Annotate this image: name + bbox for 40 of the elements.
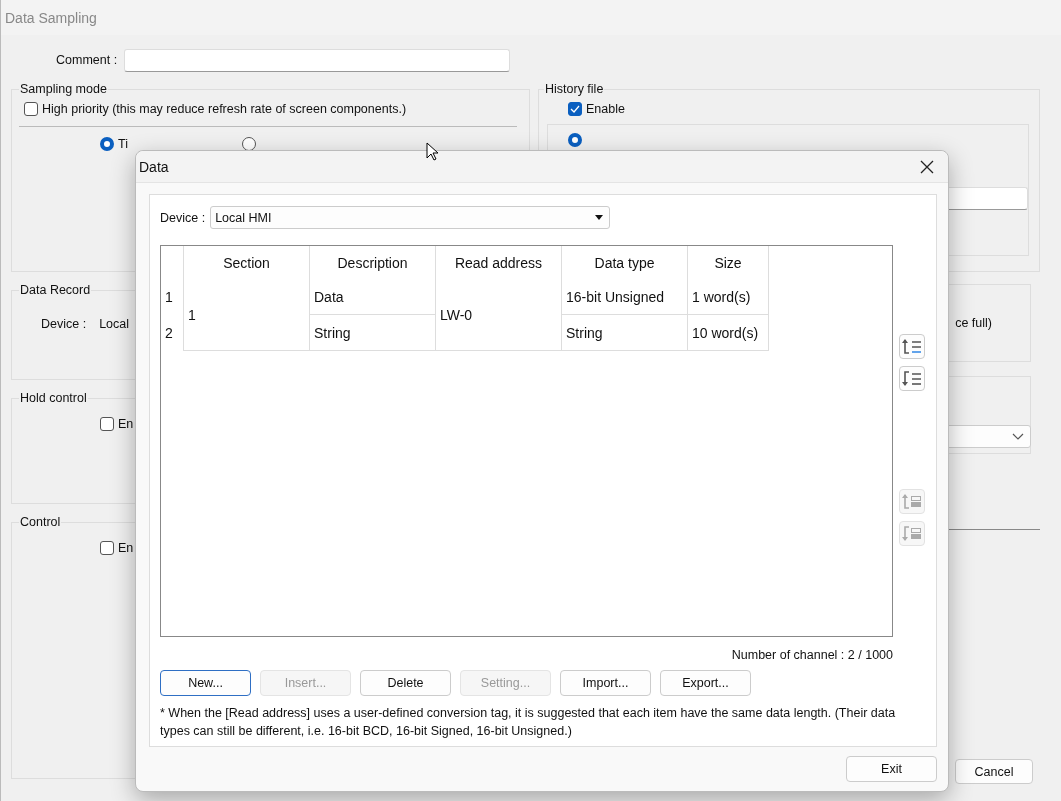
device-value: Local <box>99 317 130 331</box>
column-header: Data type <box>561 246 688 279</box>
checkbox-label: En <box>118 541 134 555</box>
dialog-title: Data <box>139 158 169 175</box>
table-cell: 16-bit Unsigned <box>561 279 688 315</box>
checkbox-label: Enable <box>586 102 625 116</box>
table-cell: 1 <box>183 279 310 351</box>
action-button[interactable]: New... <box>160 670 251 696</box>
checkbox-label: High priority (this may reduce refresh rate of screen components.) <box>42 102 407 116</box>
action-button[interactable]: Import... <box>560 670 651 696</box>
action-button[interactable]: Export... <box>660 670 751 696</box>
group-title: History file <box>544 82 605 96</box>
column-header: Read address <box>435 246 562 279</box>
comment-label: Comment : <box>56 53 118 67</box>
table-cell: 10 word(s) <box>687 314 769 351</box>
column-header: Section <box>183 246 310 279</box>
row-number: 1 <box>161 279 184 315</box>
device-dropdown[interactable]: Local HMI <box>210 206 611 229</box>
group-title: Hold control <box>19 391 88 405</box>
window-title: Data Sampling <box>5 9 97 26</box>
action-button[interactable]: Delete <box>360 670 451 696</box>
device-label: Device : <box>160 210 206 225</box>
note-text: * When the [Read address] uses a user-defined conversion tag, it is suggested that each item have the same data length. (Their data types can still be different, i.e. 16-bit BCD, 16-bit Signed, 16-bit Unsigned.) <box>160 705 897 740</box>
group-title: Data Record <box>19 283 92 297</box>
channel-count: Number of channel : 2 / 1000 <box>731 648 893 662</box>
table-cell: Data <box>309 279 436 315</box>
table-cell: 1 word(s) <box>687 279 769 315</box>
column-header: Description <box>309 246 436 279</box>
radio-label: Ti <box>118 137 128 151</box>
row-number: 2 <box>161 314 184 351</box>
group-title: Sampling mode <box>19 82 108 96</box>
exit-button[interactable]: Exit <box>846 756 937 782</box>
table-cell: String <box>561 314 688 351</box>
cancel-button[interactable]: Cancel <box>955 759 1033 784</box>
table-cell: LW-0 <box>435 279 562 351</box>
group-title: Control <box>19 515 62 529</box>
column-header: Size <box>687 246 769 279</box>
checkbox-label: En <box>118 417 134 431</box>
device-label: Device : <box>41 317 87 331</box>
option-label: ce full) <box>955 316 992 330</box>
